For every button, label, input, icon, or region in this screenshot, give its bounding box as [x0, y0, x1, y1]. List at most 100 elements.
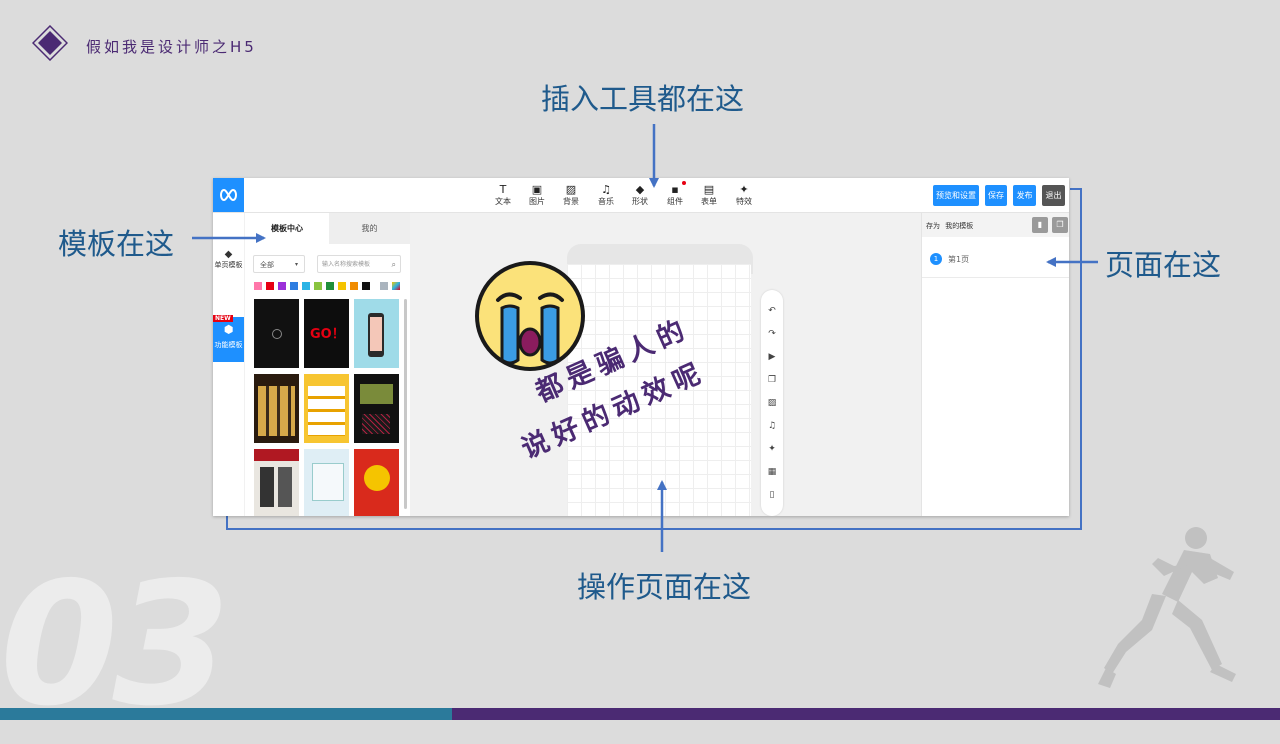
publish-button[interactable]: 发布 — [1013, 185, 1036, 206]
notification-dot — [682, 181, 686, 185]
grid-icon[interactable]: ▦ — [761, 467, 783, 477]
frame-bracket-top — [1070, 188, 1080, 190]
editor-logo[interactable] — [213, 178, 244, 212]
preview-settings-button[interactable]: 预览和设置 — [933, 185, 979, 206]
color-swatch[interactable] — [290, 282, 298, 290]
tab-template-center[interactable]: 模板中心 — [245, 213, 329, 244]
color-swatch[interactable] — [266, 282, 274, 290]
effect-icon[interactable]: ✦ — [761, 444, 783, 454]
bottom-bar-teal — [0, 708, 452, 720]
tool-text[interactable]: T 文本 — [488, 183, 518, 207]
page-list-item[interactable]: 1 第1页 — [922, 243, 1069, 278]
template-thumbnail[interactable]: GO！ — [304, 299, 349, 368]
music-icon[interactable]: ♫ — [761, 421, 783, 431]
new-badge: NEW — [213, 315, 233, 322]
color-swatch[interactable] — [314, 282, 322, 290]
tool-label: 音乐 — [598, 197, 614, 206]
background-icon[interactable]: ▨ — [761, 398, 783, 408]
my-templates-label: 我的模板 — [945, 222, 974, 230]
template-panel: 模板中心 我的 全部 ▾ 输入名称搜索模板 ⌕ GO！ — [245, 213, 410, 516]
color-swatch[interactable] — [326, 282, 334, 290]
canvas-side-toolbar: ↶ ↷ ▶ ❐ ▨ ♫ ✦ ▦ ▯ — [761, 290, 783, 516]
tool-background[interactable]: ▨ 背景 — [556, 183, 586, 207]
undo-icon[interactable]: ↶ — [761, 306, 783, 316]
callout-templates: 模板在这 — [58, 227, 175, 261]
category-value: 全部 — [260, 261, 274, 269]
tool-label: 特效 — [736, 197, 752, 206]
save-as-my-template[interactable]: 存为 我的模板 — [926, 221, 973, 231]
cube-icon: ⬢ — [223, 323, 234, 336]
bottom-bar-purple — [452, 708, 1280, 720]
page-name: 第1页 — [948, 255, 970, 264]
slide-title: 假如我是设计师之H5 — [86, 38, 257, 56]
template-thumbnail[interactable] — [354, 299, 399, 368]
music-icon: ♫ — [601, 183, 611, 196]
color-swatch[interactable] — [380, 282, 388, 290]
tool-label: 表单 — [701, 197, 717, 206]
color-swatch[interactable] — [338, 282, 346, 290]
rail-function-template[interactable]: ⬢ 功能模板 — [213, 317, 244, 362]
template-search-input[interactable]: 输入名称搜索模板 ⌕ — [317, 255, 401, 273]
text-icon: T — [499, 183, 507, 196]
save-as-label: 存为 — [926, 222, 940, 230]
logo-diamond-icon — [32, 25, 68, 61]
tool-music[interactable]: ♫ 音乐 — [591, 183, 621, 207]
template-thumbnail[interactable] — [254, 374, 299, 443]
panel-scrollbar[interactable] — [404, 299, 407, 509]
runner-illustration — [1098, 527, 1236, 688]
page-number-badge: 1 — [930, 253, 942, 265]
tool-component[interactable]: ▪ 组件 — [660, 181, 690, 207]
tool-image[interactable]: ▣ 图片 — [522, 183, 552, 207]
image-icon: ▣ — [531, 183, 543, 196]
editor-left-rail: ◆ 单页模板 ⬢ 功能模板 NEW — [213, 213, 244, 516]
tool-effect[interactable]: ✦ 特效 — [729, 183, 759, 207]
component-icon: ▪ — [671, 183, 679, 196]
tool-label: 图片 — [529, 197, 545, 206]
color-swatch[interactable] — [254, 282, 262, 290]
template-thumbnail[interactable] — [254, 449, 299, 516]
redo-icon[interactable]: ↷ — [761, 329, 783, 339]
callout-pages: 页面在这 — [1105, 248, 1222, 282]
thumb-text: GO！ — [310, 327, 345, 342]
template-thumbnail[interactable] — [304, 374, 349, 443]
page-panel-header: 存为 我的模板 ▮ ❐ — [922, 213, 1069, 237]
color-swatch[interactable] — [302, 282, 310, 290]
play-icon[interactable]: ▶ — [761, 352, 783, 362]
color-swatch[interactable] — [392, 282, 400, 290]
save-button[interactable]: 保存 — [985, 185, 1007, 206]
search-placeholder: 输入名称搜索模板 — [322, 261, 371, 268]
search-icon: ⌕ — [391, 260, 396, 269]
rail-single-page[interactable]: ◆ 单页模板 — [213, 249, 244, 270]
effect-icon: ✦ — [739, 183, 749, 196]
background-icon: ▨ — [565, 183, 577, 196]
category-select[interactable]: 全部 ▾ — [253, 255, 305, 273]
rail-label: 功能模板 — [214, 341, 243, 349]
rail-label: 单页模板 — [214, 261, 243, 269]
section-number: 03 — [0, 546, 231, 744]
template-thumbnail[interactable] — [354, 374, 399, 443]
exit-button[interactable]: 退出 — [1042, 185, 1065, 206]
color-swatch[interactable] — [278, 282, 286, 290]
tool-form[interactable]: ▤ 表单 — [694, 183, 724, 207]
callout-operate-page: 操作页面在这 — [577, 570, 752, 604]
tool-label: 背景 — [563, 197, 579, 206]
copy-icon[interactable]: ❐ — [761, 375, 783, 385]
template-thumbnail[interactable] — [354, 449, 399, 516]
tool-shape[interactable]: ◆ 形状 — [625, 183, 655, 207]
duplicate-icon[interactable]: ❐ — [1052, 217, 1068, 233]
chevron-down-icon: ▾ — [294, 261, 298, 268]
callout-insert-tools: 插入工具都在这 — [541, 82, 745, 116]
template-thumbnail[interactable] — [304, 449, 349, 516]
shape-icon: ◆ — [635, 183, 645, 196]
template-thumbnail[interactable] — [254, 299, 299, 368]
single-page-icon: ◆ — [224, 249, 233, 260]
tool-label: 形状 — [632, 197, 648, 206]
tool-label: 组件 — [667, 197, 683, 206]
trash-icon[interactable]: ▮ — [1032, 217, 1048, 233]
page-list-panel: 存为 我的模板 ▮ ❐ 1 第1页 — [921, 213, 1069, 516]
tab-mine[interactable]: 我的 — [329, 213, 410, 244]
color-swatch[interactable] — [362, 282, 370, 290]
color-swatch[interactable] — [350, 282, 358, 290]
form-icon: ▤ — [703, 183, 715, 196]
mobile-icon[interactable]: ▯ — [761, 490, 783, 500]
